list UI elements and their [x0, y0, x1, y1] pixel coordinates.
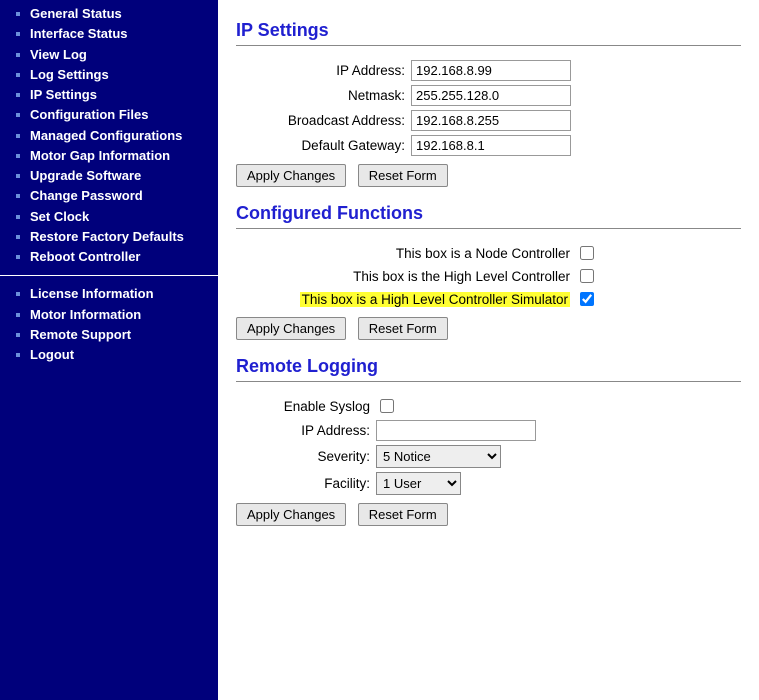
- broadcast-input[interactable]: [411, 110, 571, 131]
- divider: [236, 45, 741, 46]
- hlc-checkbox[interactable]: [580, 269, 594, 283]
- severity-label: Severity:: [236, 449, 376, 464]
- remote-reset-button[interactable]: Reset Form: [358, 503, 448, 526]
- configured-functions-title: Configured Functions: [236, 203, 741, 224]
- gateway-input[interactable]: [411, 135, 571, 156]
- hlc-simulator-checkbox[interactable]: [580, 292, 594, 306]
- hlc-simulator-label: This box is a High Level Controller Simu…: [236, 292, 576, 307]
- netmask-input[interactable]: [411, 85, 571, 106]
- sidebar-item-set-clock[interactable]: Set Clock: [12, 207, 218, 227]
- remote-ip-label: IP Address:: [236, 423, 376, 438]
- divider: [236, 381, 741, 382]
- gateway-label: Default Gateway:: [236, 138, 411, 153]
- facility-label: Facility:: [236, 476, 376, 491]
- broadcast-label: Broadcast Address:: [236, 113, 411, 128]
- sidebar-item-view-log[interactable]: View Log: [12, 45, 218, 65]
- sidebar-item-license-information[interactable]: License Information: [12, 284, 218, 304]
- facility-select[interactable]: 1 User: [376, 472, 461, 495]
- remote-ip-input[interactable]: [376, 420, 536, 441]
- ip-reset-button[interactable]: Reset Form: [358, 164, 448, 187]
- divider: [236, 228, 741, 229]
- sidebar-item-managed-configurations[interactable]: Managed Configurations: [12, 126, 218, 146]
- enable-syslog-label: Enable Syslog: [236, 399, 376, 414]
- remote-logging-title: Remote Logging: [236, 356, 741, 377]
- ip-apply-button[interactable]: Apply Changes: [236, 164, 346, 187]
- functions-reset-button[interactable]: Reset Form: [358, 317, 448, 340]
- sidebar: General Status Interface Status View Log…: [0, 0, 218, 700]
- sidebar-item-reboot-controller[interactable]: Reboot Controller: [12, 247, 218, 267]
- nav-group-2: License Information Motor Information Re…: [0, 284, 218, 365]
- sidebar-item-remote-support[interactable]: Remote Support: [12, 325, 218, 345]
- sidebar-item-upgrade-software[interactable]: Upgrade Software: [12, 166, 218, 186]
- hlc-label: This box is the High Level Controller: [236, 269, 576, 284]
- main-content: IP Settings IP Address: Netmask: Broadca…: [218, 0, 759, 700]
- nav-separator: [0, 275, 218, 276]
- sidebar-item-interface-status[interactable]: Interface Status: [12, 24, 218, 44]
- sidebar-item-configuration-files[interactable]: Configuration Files: [12, 105, 218, 125]
- node-controller-checkbox[interactable]: [580, 246, 594, 260]
- sidebar-item-motor-gap-information[interactable]: Motor Gap Information: [12, 146, 218, 166]
- remote-apply-button[interactable]: Apply Changes: [236, 503, 346, 526]
- sidebar-item-ip-settings[interactable]: IP Settings: [12, 85, 218, 105]
- netmask-label: Netmask:: [236, 88, 411, 103]
- sidebar-item-log-settings[interactable]: Log Settings: [12, 65, 218, 85]
- functions-apply-button[interactable]: Apply Changes: [236, 317, 346, 340]
- sidebar-item-restore-factory-defaults[interactable]: Restore Factory Defaults: [12, 227, 218, 247]
- sidebar-item-logout[interactable]: Logout: [12, 345, 218, 365]
- severity-select[interactable]: 5 Notice: [376, 445, 501, 468]
- node-controller-label: This box is a Node Controller: [236, 246, 576, 261]
- enable-syslog-checkbox[interactable]: [380, 399, 394, 413]
- ip-address-input[interactable]: [411, 60, 571, 81]
- ip-settings-title: IP Settings: [236, 20, 741, 41]
- ip-address-label: IP Address:: [236, 63, 411, 78]
- sidebar-item-motor-information[interactable]: Motor Information: [12, 305, 218, 325]
- sidebar-item-general-status[interactable]: General Status: [12, 4, 218, 24]
- hlc-simulator-highlight: This box is a High Level Controller Simu…: [300, 292, 570, 307]
- nav-group-1: General Status Interface Status View Log…: [0, 4, 218, 267]
- sidebar-item-change-password[interactable]: Change Password: [12, 186, 218, 206]
